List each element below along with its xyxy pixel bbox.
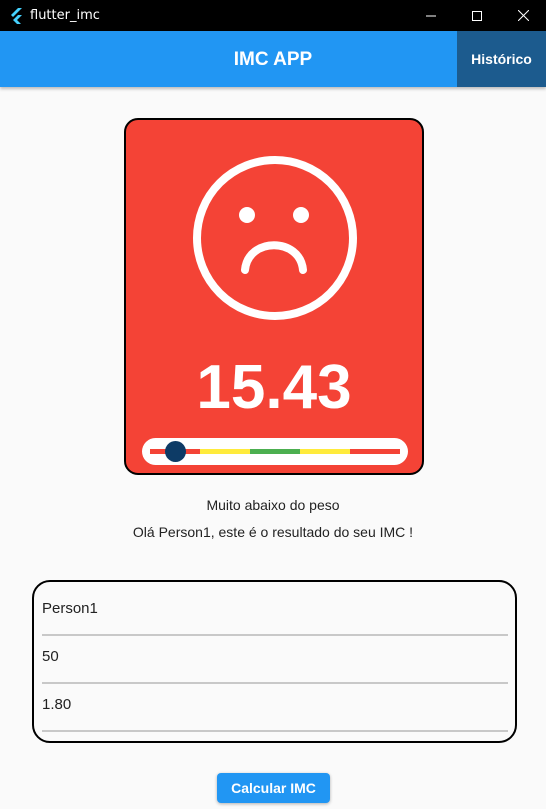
- name-field[interactable]: [42, 600, 508, 617]
- maximize-icon: [472, 10, 482, 21]
- height-field-container: [42, 686, 508, 732]
- minimize-icon: [426, 15, 436, 16]
- history-button[interactable]: Histórico: [457, 31, 546, 87]
- flutter-logo-icon: [11, 8, 22, 24]
- scale-segment: [350, 449, 400, 454]
- window-title: flutter_imc: [30, 8, 100, 23]
- scale-segment: [250, 449, 300, 454]
- minimize-button[interactable]: [408, 0, 454, 31]
- weight-field-container: [42, 638, 508, 684]
- result-message: Olá Person1, este é o resultado do seu I…: [132, 524, 414, 540]
- app-bar: IMC APP Histórico: [0, 31, 546, 87]
- name-field-container: [42, 590, 508, 636]
- imc-scale: [142, 438, 408, 465]
- imc-indicator: [164, 441, 186, 462]
- imc-category: Muito abaixo do peso: [206, 497, 340, 513]
- height-field[interactable]: [42, 696, 508, 713]
- close-icon: [517, 10, 529, 21]
- imc-form: [32, 580, 517, 743]
- weight-field[interactable]: [42, 648, 508, 665]
- imc-scale-bar: [150, 449, 400, 454]
- scale-segment: [300, 449, 350, 454]
- calculate-button[interactable]: Calcular IMC: [217, 773, 330, 803]
- result-card: 15.43: [124, 118, 424, 475]
- imc-value: 15.43: [196, 353, 352, 422]
- scale-segment: [200, 449, 250, 454]
- window-titlebar: flutter_imc: [0, 0, 546, 31]
- close-button[interactable]: [500, 0, 546, 31]
- sad-face-icon: [193, 156, 357, 320]
- maximize-button[interactable]: [454, 0, 500, 31]
